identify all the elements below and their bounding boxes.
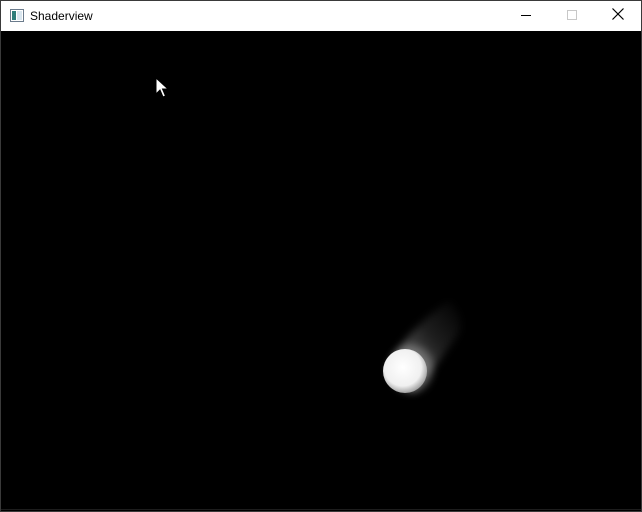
minimize-button[interactable]: [503, 1, 549, 31]
maximize-icon: [567, 7, 577, 25]
shaderview-app-icon: [10, 9, 24, 22]
mouse-pointer-icon: [155, 76, 170, 99]
motion-blurred-ball: [383, 301, 461, 393]
close-button[interactable]: [595, 1, 641, 31]
title-bar[interactable]: Shaderview: [1, 1, 641, 31]
maximize-button[interactable]: [549, 1, 595, 31]
close-icon: [612, 7, 624, 25]
bottom-edge-artifact: [1, 508, 641, 511]
minimize-icon: [521, 7, 531, 25]
window-title: Shaderview: [30, 9, 93, 23]
shaderview-window: Shaderview: [0, 0, 642, 512]
shader-render-viewport[interactable]: [1, 31, 641, 511]
